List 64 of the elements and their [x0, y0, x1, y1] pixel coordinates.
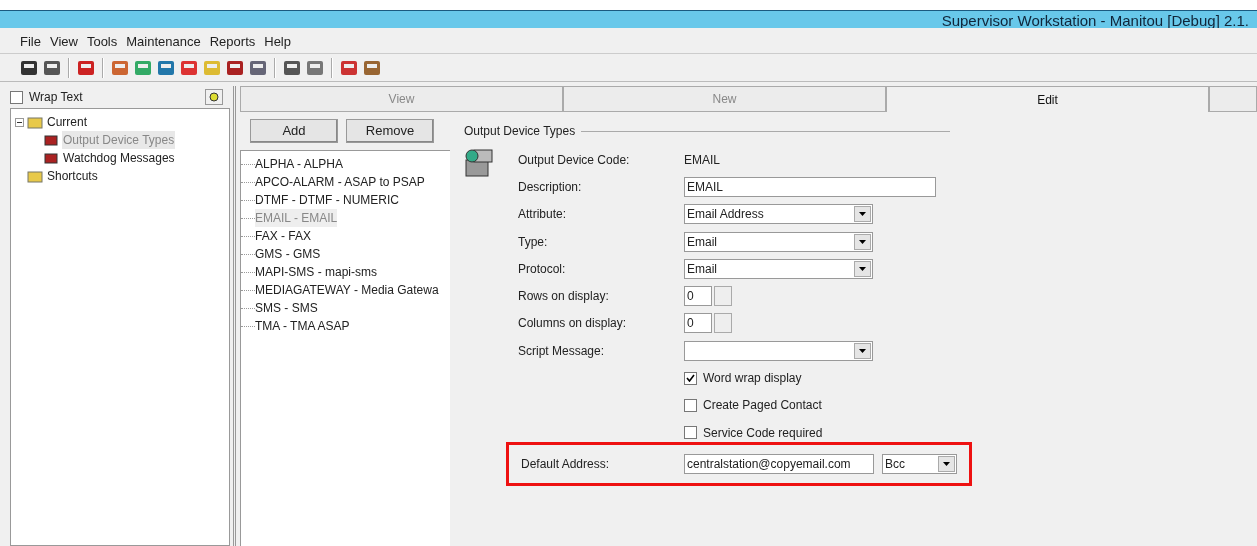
text-field[interactable]: centralstation@copyemail.com	[684, 454, 874, 475]
list-item[interactable]: GMS - GMS	[255, 245, 321, 263]
collapse-icon[interactable]	[15, 117, 24, 127]
tab[interactable]: Edit	[886, 86, 1209, 112]
tree-item[interactable]: Shortcuts	[46, 167, 99, 185]
dropdown[interactable]: Email	[684, 258, 873, 279]
field-label: Columns on display:	[518, 315, 628, 333]
field-label: Description:	[518, 178, 583, 196]
caret-icon	[859, 348, 866, 353]
menu-item[interactable]: Tools	[86, 31, 118, 52]
dropdown[interactable]: Bcc	[882, 454, 957, 475]
checkbox[interactable]	[10, 90, 23, 104]
dropdown-arrow-button[interactable]	[854, 342, 871, 359]
list-item[interactable]: APCO-ALARM - ASAP to PSAP	[255, 173, 425, 191]
dropdown-arrow-button[interactable]	[854, 260, 871, 277]
dropdown[interactable]: Email Address	[684, 204, 873, 225]
checkbox-label: Service Code required	[703, 424, 823, 442]
action-button[interactable]: Remove	[346, 119, 434, 143]
folder-icon	[27, 115, 43, 129]
dropdown-arrow-button[interactable]	[854, 206, 871, 223]
checkmark-icon	[686, 374, 695, 382]
field-label: Script Message:	[518, 342, 606, 360]
checkbox-label: Word wrap display	[703, 370, 802, 387]
caret-icon	[859, 266, 866, 271]
text-field[interactable]: EMAIL	[684, 176, 936, 197]
dropdown-arrow-button[interactable]	[938, 456, 955, 473]
checkbox-label: Create Paged Contact	[703, 397, 822, 415]
device-icon	[464, 146, 494, 180]
list-item[interactable]: DTMF - DTMF - NUMERIC	[255, 191, 399, 209]
action-button[interactable]: Add	[250, 119, 338, 143]
list-item[interactable]: MAPI-SMS - mapi-sms	[255, 263, 377, 281]
tree-item[interactable]: Current	[46, 113, 88, 131]
list-item[interactable]: FAX - FAX	[255, 227, 311, 245]
menu-item[interactable]: View	[49, 31, 78, 52]
list-item[interactable]: SMS - SMS	[255, 299, 318, 317]
caret-icon	[859, 212, 866, 217]
field-label: Attribute:	[518, 206, 568, 224]
checkbox[interactable]	[684, 426, 697, 440]
menu-item[interactable]: File	[20, 31, 41, 52]
tree-item[interactable]: Watchdog Messages	[62, 149, 176, 167]
dropdown[interactable]: Email	[684, 231, 873, 252]
group-title: Output Device Types	[464, 123, 576, 140]
dropdown-arrow-button[interactable]	[854, 233, 871, 250]
field-label: Rows on display:	[518, 288, 610, 306]
spin-field[interactable]: 0	[684, 286, 712, 307]
menu-item[interactable]: Reports	[209, 31, 256, 52]
pin-button[interactable]	[205, 89, 223, 105]
caret-icon	[943, 462, 950, 467]
menu-item[interactable]: Maintenance	[126, 31, 201, 52]
field-label: Output Device Code:	[518, 151, 631, 169]
list-item[interactable]: TMA - TMA ASAP	[255, 317, 350, 335]
field-value: EMAIL	[684, 151, 720, 169]
list-item[interactable]: ALPHA - ALPHA	[255, 155, 344, 173]
field-label: Type:	[518, 233, 549, 251]
checkbox[interactable]	[684, 398, 697, 412]
spin-field[interactable]: 0	[684, 313, 712, 334]
checkbox[interactable]	[684, 371, 697, 385]
caret-icon	[859, 239, 866, 244]
list-item[interactable]: MEDIAGATEWAY - Media Gatewa	[255, 281, 439, 299]
field-label: Protocol:	[518, 260, 567, 278]
folder-icon	[27, 169, 43, 183]
checkbox-label: Wrap Text	[29, 89, 83, 106]
menu-item[interactable]: Help	[264, 31, 291, 52]
field-label: Default Address:	[521, 456, 611, 474]
